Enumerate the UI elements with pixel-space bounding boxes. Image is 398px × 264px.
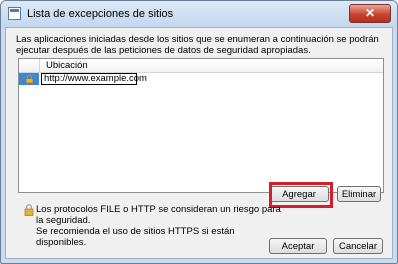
window-title: Lista de excepciones de sitios <box>27 8 174 20</box>
title-bar[interactable]: Lista de excepciones de sitios ✕ <box>1 1 397 27</box>
lock-icon <box>24 204 34 216</box>
lock-icon <box>19 73 39 85</box>
description-text: Las aplicaciones iniciadas desde los sit… <box>16 34 379 56</box>
warning-line-1: Los protocolos FILE o HTTP se consideran… <box>36 204 281 226</box>
warning-line-2: Se recomienda el uso de sitios HTTPS si … <box>36 226 235 248</box>
accept-button[interactable]: Aceptar <box>269 238 327 254</box>
remove-button[interactable]: Eliminar <box>337 186 381 202</box>
close-button[interactable]: ✕ <box>349 4 391 23</box>
dialog-content: Las aplicaciones iniciadas desde los sit… <box>5 27 393 259</box>
exception-site-table[interactable]: Ubicación http://www.example.com <box>18 58 384 193</box>
cancel-button[interactable]: Cancelar <box>333 238 383 254</box>
column-header-location[interactable]: Ubicación <box>40 59 383 73</box>
security-warning-text: Los protocolos FILE o HTTP se consideran… <box>36 204 286 248</box>
row-header-corner <box>19 59 40 73</box>
location-input[interactable]: http://www.example.com <box>41 73 147 85</box>
dialog-window: Lista de excepciones de sitios ✕ Las apl… <box>0 0 398 264</box>
lock-icon <box>25 75 34 83</box>
window-app-icon <box>8 7 21 20</box>
